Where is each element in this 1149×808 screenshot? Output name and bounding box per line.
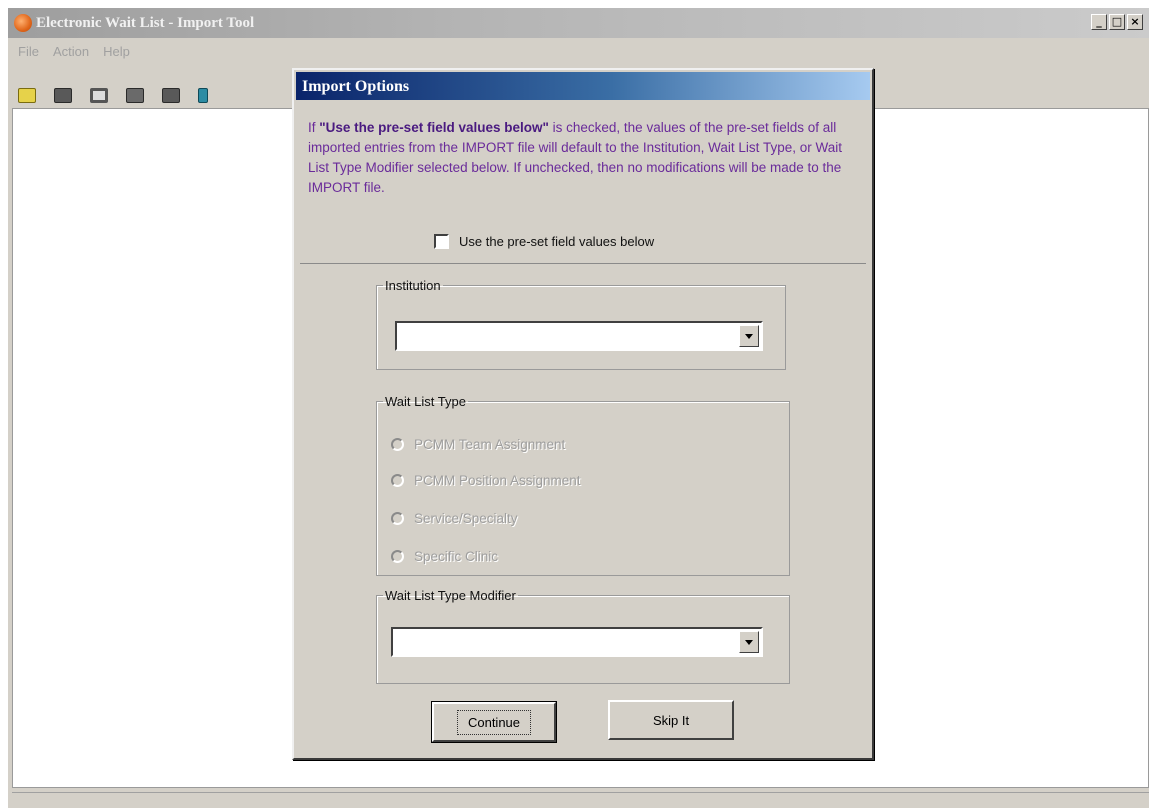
- radio-button[interactable]: [391, 474, 404, 487]
- maximize-button[interactable]: □: [1109, 14, 1125, 30]
- institution-group: Institution: [376, 278, 786, 370]
- radio-service-specialty[interactable]: Service/Specialty: [391, 511, 518, 526]
- radio-label: Specific Clinic: [414, 549, 499, 564]
- toolbar-monitor-button[interactable]: [88, 84, 110, 106]
- import-icon: [198, 88, 208, 103]
- use-preset-checkbox[interactable]: [434, 234, 449, 249]
- radio-button[interactable]: [391, 438, 404, 451]
- toolbar-print-button[interactable]: [160, 84, 182, 106]
- app-logo-icon: [14, 14, 32, 32]
- info-highlight: "Use the pre-set field values below": [319, 120, 549, 135]
- dialog-titlebar[interactable]: Import Options: [296, 72, 870, 100]
- chevron-down-icon[interactable]: [739, 631, 759, 653]
- app-title: Electronic Wait List - Import Tool: [36, 15, 255, 31]
- use-preset-row[interactable]: Use the pre-set field values below: [434, 234, 654, 249]
- folder-icon: [18, 88, 36, 103]
- radio-button[interactable]: [391, 550, 404, 563]
- app-titlebar[interactable]: Electronic Wait List - Import Tool _ □ ×: [8, 8, 1149, 38]
- menu-help[interactable]: Help: [103, 44, 130, 68]
- radio-pcmm-team[interactable]: PCMM Team Assignment: [391, 437, 565, 452]
- print-icon: [162, 88, 180, 103]
- menubar: File Action Help: [8, 44, 130, 68]
- radio-label: PCMM Position Assignment: [414, 473, 581, 488]
- continue-button[interactable]: Continue: [431, 701, 557, 743]
- radio-label: PCMM Team Assignment: [414, 437, 566, 452]
- institution-dropdown[interactable]: [395, 321, 763, 351]
- wait-list-type-group: Wait List Type PCMM Team Assignment PCMM…: [376, 394, 790, 576]
- skip-it-label: Skip It: [652, 712, 690, 728]
- skip-it-button[interactable]: Skip It: [608, 700, 734, 740]
- institution-label: Institution: [385, 278, 441, 293]
- menu-action[interactable]: Action: [53, 44, 89, 68]
- wait-list-type-modifier-group: Wait List Type Modifier: [376, 588, 790, 684]
- modifier-label: Wait List Type Modifier: [385, 588, 516, 603]
- open-icon: [54, 88, 72, 103]
- toolbar-save-button[interactable]: [124, 84, 146, 106]
- toolbar: [16, 84, 218, 106]
- close-button[interactable]: ×: [1127, 14, 1143, 30]
- radio-button[interactable]: [391, 512, 404, 525]
- chevron-down-icon[interactable]: [739, 325, 759, 347]
- minimize-button[interactable]: _: [1091, 14, 1107, 30]
- toolbar-import-button[interactable]: [196, 84, 218, 106]
- import-options-dialog: Import Options If "Use the pre-set field…: [292, 68, 874, 760]
- dialog-title: Import Options: [302, 78, 410, 95]
- modifier-dropdown[interactable]: [391, 627, 763, 657]
- monitor-icon: [90, 88, 108, 103]
- info-panel: If "Use the pre-set field values below" …: [300, 108, 866, 264]
- toolbar-open-button[interactable]: [52, 84, 74, 106]
- menu-file[interactable]: File: [18, 44, 39, 68]
- radio-pcmm-position[interactable]: PCMM Position Assignment: [391, 473, 581, 488]
- status-bar: [12, 792, 1149, 808]
- toolbar-folder-button[interactable]: [16, 84, 38, 106]
- radio-specific-clinic[interactable]: Specific Clinic: [391, 549, 498, 564]
- window-controls: _ □ ×: [1091, 14, 1143, 30]
- continue-label: Continue: [456, 709, 532, 735]
- wait-list-type-label: Wait List Type: [385, 394, 466, 409]
- radio-label: Service/Specialty: [414, 511, 518, 526]
- info-prefix: If: [308, 120, 320, 135]
- floppy-icon: [126, 88, 144, 103]
- info-text: If "Use the pre-set field values below" …: [308, 118, 856, 198]
- use-preset-label[interactable]: Use the pre-set field values below: [459, 234, 654, 249]
